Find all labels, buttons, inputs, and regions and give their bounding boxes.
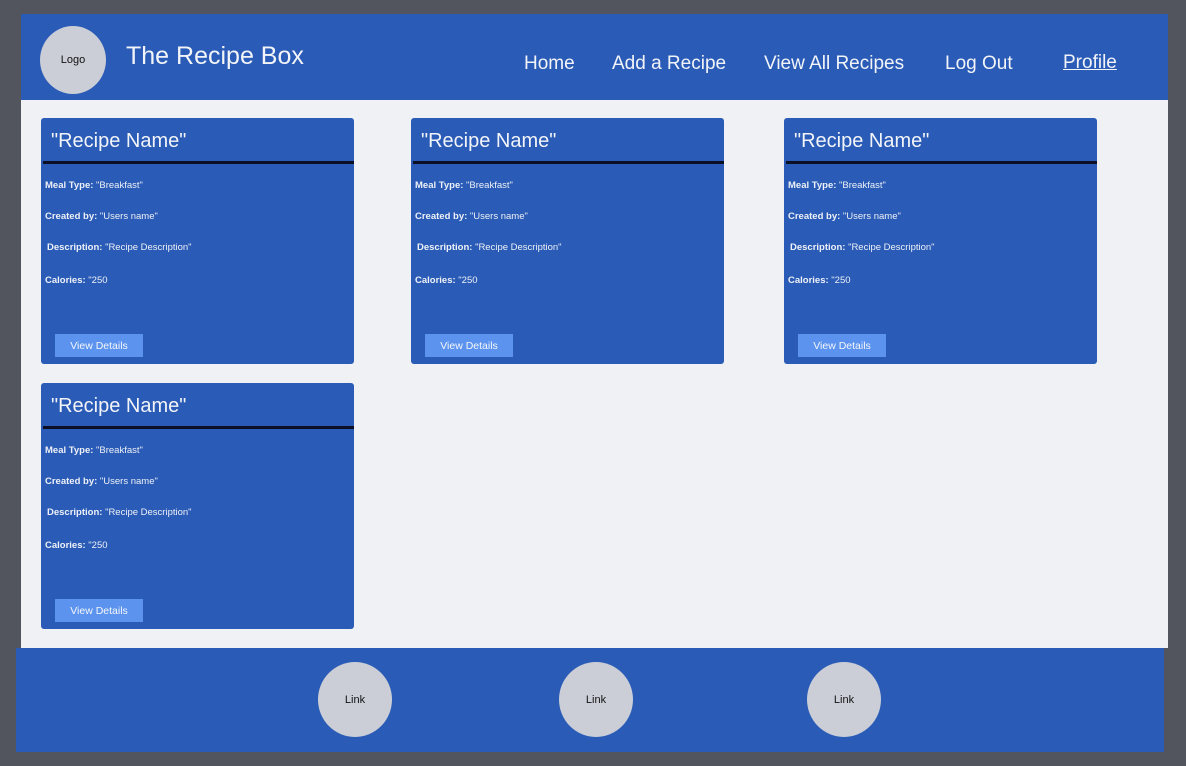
title-divider	[413, 161, 724, 164]
nav-profile[interactable]: Profile	[1063, 52, 1117, 74]
view-details-button[interactable]: View Details	[425, 334, 513, 357]
created-by-label: Created by:	[45, 476, 98, 487]
calories-value: "250	[85, 275, 108, 286]
view-details-button[interactable]: View Details	[798, 334, 886, 357]
calories-label: Calories:	[415, 275, 456, 286]
created-by-value: "Users name"	[97, 211, 158, 222]
title-divider	[786, 161, 1097, 164]
created-by-label: Created by:	[45, 211, 98, 222]
description-value: "Recipe Description"	[102, 242, 192, 253]
description-row: Description: "Recipe Description"	[417, 242, 562, 253]
created-by-value: "Users name"	[467, 211, 528, 222]
calories-row: Calories: "250	[415, 275, 478, 286]
calories-value: "250	[828, 275, 851, 286]
nav-add-recipe[interactable]: Add a Recipe	[612, 53, 726, 75]
title-divider	[43, 161, 354, 164]
meal-type-value: "Breakfast"	[836, 180, 886, 191]
view-details-button[interactable]: View Details	[55, 599, 143, 622]
meal-type-row: Meal Type: "Breakfast"	[788, 180, 886, 191]
footer-link[interactable]: Link	[559, 662, 633, 737]
created-by-row: Created by: "Users name"	[45, 476, 158, 487]
created-by-label: Created by:	[415, 211, 468, 222]
meal-type-value: "Breakfast"	[93, 180, 143, 191]
created-by-value: "Users name"	[840, 211, 901, 222]
description-value: "Recipe Description"	[845, 242, 935, 253]
site-footer: Link Link Link	[16, 648, 1164, 752]
meal-type-value: "Breakfast"	[463, 180, 513, 191]
logo[interactable]: Logo	[40, 26, 106, 94]
footer-link[interactable]: Link	[318, 662, 392, 737]
calories-label: Calories:	[45, 540, 86, 551]
recipe-card: "Recipe Name" Meal Type: "Breakfast" Cre…	[41, 118, 354, 364]
calories-label: Calories:	[45, 275, 86, 286]
meal-type-label: Meal Type:	[45, 180, 94, 191]
calories-value: "250	[455, 275, 478, 286]
recipe-name: "Recipe Name"	[51, 130, 187, 152]
description-row: Description: "Recipe Description"	[47, 507, 192, 518]
meal-type-row: Meal Type: "Breakfast"	[45, 445, 143, 456]
recipe-card: "Recipe Name" Meal Type: "Breakfast" Cre…	[411, 118, 724, 364]
recipe-name: "Recipe Name"	[51, 395, 187, 417]
nav-home[interactable]: Home	[524, 53, 575, 75]
recipe-name: "Recipe Name"	[421, 130, 557, 152]
calories-row: Calories: "250	[45, 275, 108, 286]
recipe-card: "Recipe Name" Meal Type: "Breakfast" Cre…	[41, 383, 354, 629]
description-label: Description:	[47, 507, 103, 518]
description-label: Description:	[790, 242, 846, 253]
meal-type-row: Meal Type: "Breakfast"	[415, 180, 513, 191]
description-value: "Recipe Description"	[472, 242, 562, 253]
created-by-row: Created by: "Users name"	[788, 211, 901, 222]
description-label: Description:	[47, 242, 103, 253]
meal-type-label: Meal Type:	[788, 180, 837, 191]
footer-link[interactable]: Link	[807, 662, 881, 737]
calories-row: Calories: "250	[45, 540, 108, 551]
description-row: Description: "Recipe Description"	[790, 242, 935, 253]
site-title: The Recipe Box	[126, 42, 304, 70]
meal-type-row: Meal Type: "Breakfast"	[45, 180, 143, 191]
nav-log-out[interactable]: Log Out	[945, 53, 1013, 75]
created-by-label: Created by:	[788, 211, 841, 222]
created-by-value: "Users name"	[97, 476, 158, 487]
view-details-button[interactable]: View Details	[55, 334, 143, 357]
meal-type-value: "Breakfast"	[93, 445, 143, 456]
calories-label: Calories:	[788, 275, 829, 286]
recipe-name: "Recipe Name"	[794, 130, 930, 152]
site-header: Logo The Recipe Box Home Add a Recipe Vi…	[21, 14, 1168, 100]
description-row: Description: "Recipe Description"	[47, 242, 192, 253]
created-by-row: Created by: "Users name"	[45, 211, 158, 222]
nav-view-all-recipes[interactable]: View All Recipes	[764, 53, 904, 75]
description-value: "Recipe Description"	[102, 507, 192, 518]
calories-row: Calories: "250	[788, 275, 851, 286]
title-divider	[43, 426, 354, 429]
meal-type-label: Meal Type:	[45, 445, 94, 456]
recipe-card: "Recipe Name" Meal Type: "Breakfast" Cre…	[784, 118, 1097, 364]
calories-value: "250	[85, 540, 108, 551]
description-label: Description:	[417, 242, 473, 253]
created-by-row: Created by: "Users name"	[415, 211, 528, 222]
meal-type-label: Meal Type:	[415, 180, 464, 191]
